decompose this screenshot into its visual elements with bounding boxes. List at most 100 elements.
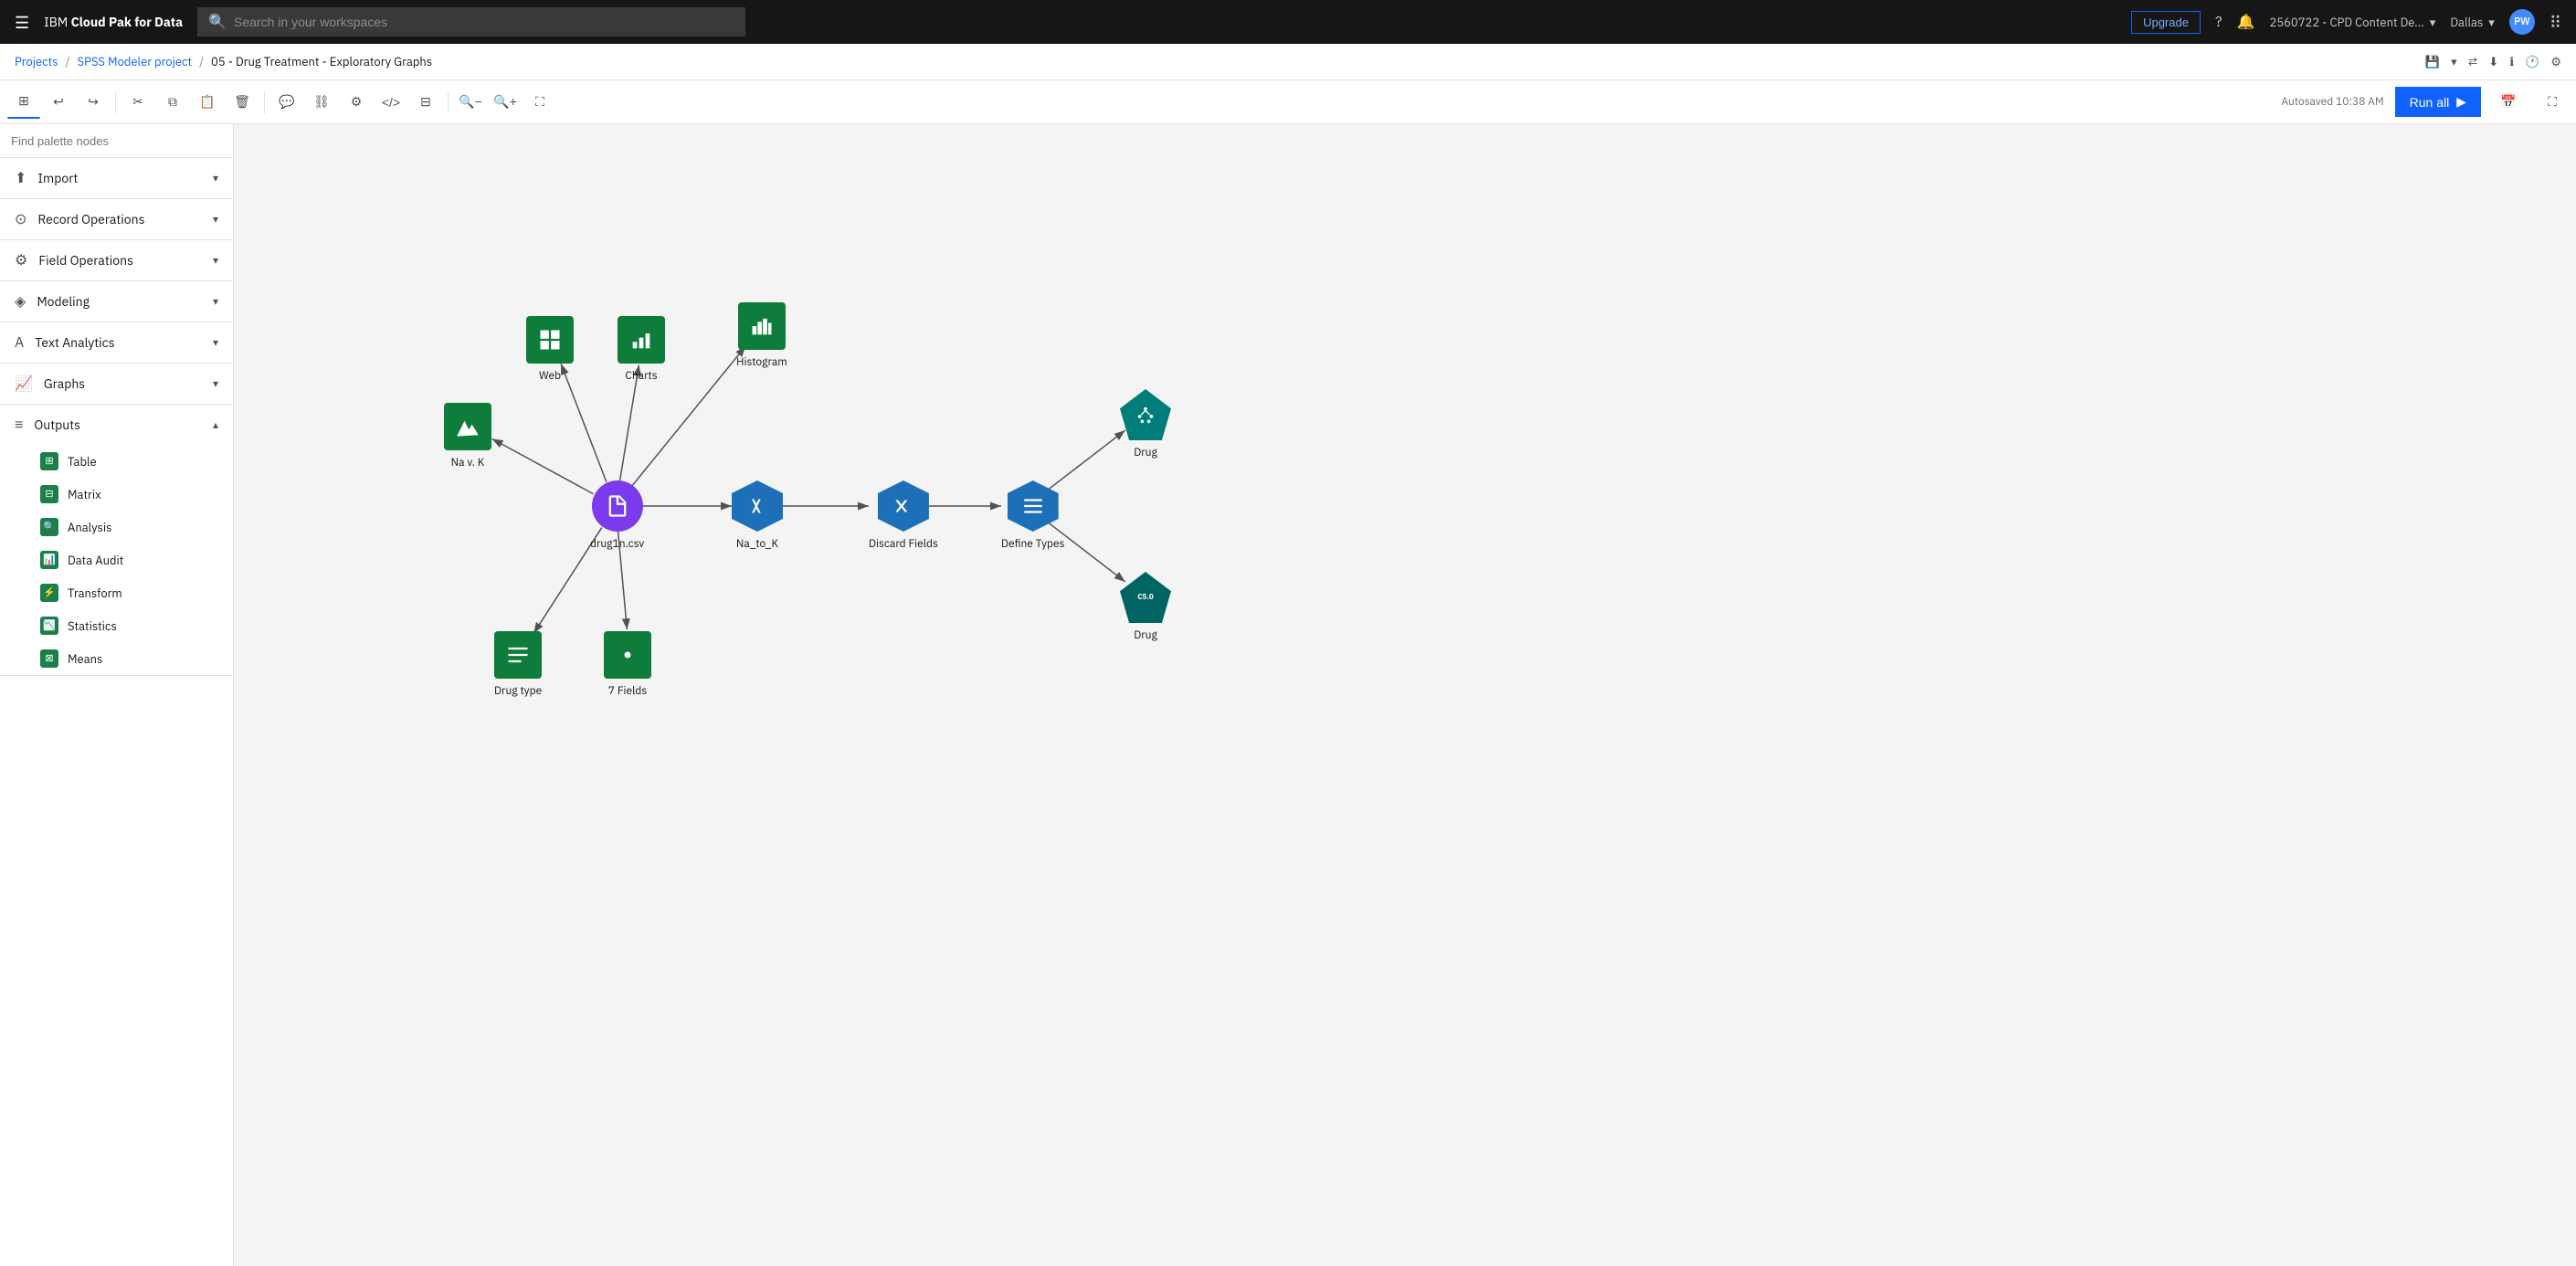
node-drug1n[interactable]: drug1n.csv	[590, 480, 644, 551]
settings-icon[interactable]: ⚙	[2550, 54, 2561, 69]
sidebar-section-modeling-header[interactable]: ◈ Modeling ▾	[0, 281, 233, 322]
analysis-item-label: Analysis	[68, 520, 111, 535]
sidebar-section-field-ops-header[interactable]: ⚙ Field Operations ▾	[0, 240, 233, 280]
apps-icon[interactable]: ⠿	[2550, 12, 2561, 33]
global-search-bar[interactable]: 🔍	[197, 7, 745, 37]
node-drug-neural[interactable]: Drug	[1120, 389, 1171, 459]
node-drug-type[interactable]: Drug type	[494, 631, 542, 698]
filter-button[interactable]: ⚙	[340, 86, 373, 119]
outputs-label: Outputs	[34, 417, 202, 433]
sidebar-item-table[interactable]: ⊞ Table	[0, 445, 233, 478]
copy-button[interactable]: ⧉	[156, 86, 189, 119]
node-na-v-k[interactable]: Na v. K	[444, 403, 491, 469]
node-charts[interactable]: Charts	[618, 316, 665, 383]
transform-item-label: Transform	[68, 586, 122, 601]
top-navigation: ☰ IBM Cloud Pak for Data 🔍 Upgrade ? 🔔 2…	[0, 0, 2576, 44]
avatar[interactable]: PW	[2509, 9, 2535, 35]
share-icon[interactable]: ⇄	[2468, 54, 2478, 69]
sidebar-section-graphs-header[interactable]: 📈 Graphs ▾	[0, 364, 233, 404]
sidebar-section-record-ops-header[interactable]: ⊙ Record Operations ▾	[0, 199, 233, 239]
zoom-out-button[interactable]: 🔍−	[454, 86, 487, 119]
run-icon: ▶	[2456, 94, 2466, 110]
field-ops-label: Field Operations	[38, 252, 202, 269]
palette-search-input[interactable]	[11, 134, 222, 148]
discard-fields-label: Discard Fields	[869, 537, 938, 551]
sidebar-section-outputs-header[interactable]: ≡ Outputs ▴	[0, 405, 233, 445]
search-input[interactable]	[234, 15, 734, 29]
breadcrumb-chevron-icon[interactable]: ▾	[2451, 54, 2457, 69]
upgrade-button[interactable]: Upgrade	[2131, 11, 2201, 34]
history-icon[interactable]: 🕐	[2525, 54, 2539, 69]
run-all-label: Run all	[2410, 95, 2450, 110]
code-button[interactable]: </>	[375, 86, 407, 119]
node-web[interactable]: Web	[526, 316, 574, 383]
node-drug-c50[interactable]: C5.0 Drug	[1120, 572, 1171, 642]
schedule-button[interactable]: 📅	[2492, 86, 2525, 119]
sidebar-item-matrix[interactable]: ⊟ Matrix	[0, 478, 233, 511]
breadcrumb-separator-2: /	[199, 54, 204, 69]
toolbar-right-section: Autosaved 10:38 AM Run all ▶ 📅 ⛶	[2281, 86, 2569, 119]
sidebar-item-transform[interactable]: ⚡ Transform	[0, 576, 233, 609]
node-define-types[interactable]: Define Types	[1001, 480, 1064, 551]
sidebar-item-statistics[interactable]: 📉 Statistics	[0, 609, 233, 642]
node-discard-fields[interactable]: Discard Fields	[869, 480, 938, 551]
sidebar-item-data-audit[interactable]: 📊 Data Audit	[0, 543, 233, 576]
drug-c50-shape: C5.0	[1120, 572, 1171, 623]
table-item-label: Table	[68, 454, 97, 469]
notifications-icon[interactable]: 🔔	[2237, 13, 2255, 31]
node-7-fields[interactable]: 7 Fields	[604, 631, 651, 698]
expand-button[interactable]: ⛶	[2536, 86, 2569, 119]
table-node-icon: ⊞	[40, 452, 58, 470]
download-icon[interactable]: ⬇	[2488, 54, 2498, 69]
comment-button[interactable]: 💬	[270, 86, 303, 119]
link-button[interactable]: ⛓	[305, 86, 338, 119]
info-icon[interactable]: ℹ	[2509, 54, 2514, 69]
breadcrumb-project-link[interactable]: SPSS Modeler project	[78, 54, 193, 69]
node-histogram[interactable]: Histogram	[736, 302, 787, 369]
record-ops-chevron-icon: ▾	[213, 213, 218, 227]
paste-button[interactable]: 📋	[191, 86, 224, 119]
run-all-button[interactable]: Run all ▶	[2395, 87, 2481, 117]
delete-button[interactable]: 🗑	[226, 86, 259, 119]
canvas-toolbar: ⊞ ↩ ↪ ✂ ⧉ 📋 🗑 💬 ⛓ ⚙ </> ⊟ 🔍− 🔍+ ⛶ Autosa…	[0, 80, 2576, 124]
web-label: Web	[539, 369, 561, 383]
redo-button[interactable]: ↪	[77, 86, 110, 119]
text-analytics-icon: A	[15, 333, 24, 352]
save-icon[interactable]: 💾	[2425, 54, 2440, 69]
sidebar-section-field-operations: ⚙ Field Operations ▾	[0, 240, 233, 281]
sidebar-section-import-header[interactable]: ⬆ Import ▾	[0, 158, 233, 198]
autosave-status: Autosaved 10:38 AM	[2281, 95, 2383, 109]
region-selector[interactable]: Dallas ▾	[2450, 15, 2494, 30]
help-icon[interactable]: ?	[2215, 13, 2222, 31]
account-selector[interactable]: 2560722 - CPD Content De... ▾	[2270, 15, 2436, 30]
text-analytics-label: Text Analytics	[35, 334, 202, 351]
sidebar-item-analysis[interactable]: 🔍 Analysis	[0, 511, 233, 543]
record-ops-label: Record Operations	[37, 211, 202, 227]
outputs-icon: ≡	[15, 416, 23, 434]
define-types-shape	[1008, 480, 1059, 532]
modeling-label: Modeling	[37, 293, 202, 310]
undo-button[interactable]: ↩	[42, 86, 75, 119]
hamburger-menu-icon[interactable]: ☰	[15, 12, 29, 33]
sidebar-item-means[interactable]: ⊠ Means	[0, 642, 233, 675]
zoom-in-button[interactable]: 🔍+	[489, 86, 522, 119]
palette-search-bar[interactable]	[0, 124, 233, 158]
search-icon: 🔍	[208, 13, 227, 31]
text-analytics-chevron-icon: ▾	[213, 336, 218, 350]
sidebar-section-import: ⬆ Import ▾	[0, 158, 233, 199]
fit-button[interactable]: ⛶	[523, 86, 556, 119]
account-chevron-icon: ▾	[2430, 15, 2436, 30]
breadcrumb-projects-link[interactable]: Projects	[15, 54, 58, 69]
sidebar-section-text-analytics-header[interactable]: A Text Analytics ▾	[0, 322, 233, 363]
cut-button[interactable]: ✂	[121, 86, 154, 119]
flow-arrows	[234, 124, 2576, 1266]
toolbar-divider-2	[264, 91, 265, 113]
data-audit-node-icon: 📊	[40, 551, 58, 569]
breadcrumb-actions: 💾 ▾ ⇄ ⬇ ℹ 🕐 ⚙	[2425, 54, 2561, 69]
select-tool-button[interactable]: ⊞	[7, 86, 40, 119]
node-na-to-k[interactable]: Na_to_K	[732, 480, 783, 551]
flow-canvas[interactable]: drug1n.csv Na_to_K Discard Fields Define…	[234, 124, 2576, 1266]
table-button[interactable]: ⊟	[409, 86, 442, 119]
statistics-node-icon: 📉	[40, 617, 58, 635]
field-ops-icon: ⚙	[15, 251, 27, 269]
